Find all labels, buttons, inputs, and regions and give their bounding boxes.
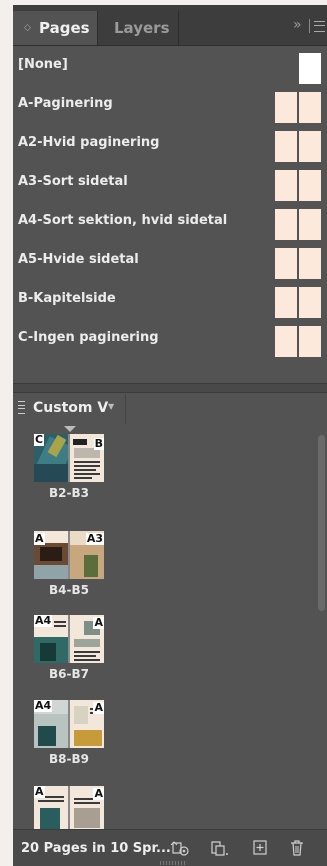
- selection-marker-icon: [64, 426, 76, 432]
- master-prefix-right: A: [93, 616, 104, 629]
- master-prefix-right: A: [93, 701, 104, 714]
- spread-item[interactable]: A4 A B8-B9: [34, 700, 104, 766]
- master-label: C-Ingen paginering: [18, 330, 159, 345]
- master-thumbnail[interactable]: [275, 53, 321, 84]
- resize-grip[interactable]: [160, 861, 186, 865]
- master-thumbnail[interactable]: [275, 170, 321, 201]
- panel-tab-bar: ◇ Pages Layers »: [13, 5, 327, 46]
- spread-thumbnail[interactable]: A4 A: [34, 700, 104, 748]
- master-label: A4-Sort sektion, hvid sidetal: [18, 213, 228, 228]
- collapse-panel-icon[interactable]: »: [293, 17, 301, 33]
- view-options-bar: Custom V ▼: [13, 392, 327, 424]
- master-item-none[interactable]: [None]: [13, 45, 327, 84]
- tab-layers[interactable]: Layers: [97, 11, 179, 45]
- panel-tools: »: [283, 15, 327, 39]
- spread-item[interactable]: C B B2-B3: [34, 426, 104, 500]
- master-item-a2[interactable]: A2-Hvid paginering: [13, 123, 327, 162]
- page-options-icon[interactable]: [208, 839, 228, 857]
- page-count-status: 20 Pages in 10 Spr...: [21, 841, 171, 856]
- edit-page-size-icon[interactable]: [170, 839, 189, 857]
- chevron-down-icon[interactable]: ▼: [108, 402, 114, 411]
- list-icon: [18, 401, 25, 414]
- master-thumbnail[interactable]: [275, 287, 321, 318]
- spread-item[interactable]: A A3 B4-B5: [34, 531, 104, 597]
- tab-pages[interactable]: ◇ Pages: [13, 11, 97, 45]
- master-prefix-left: A4: [34, 614, 53, 627]
- master-label: A2-Hvid paginering: [18, 135, 160, 150]
- master-pages-list: [None] A-Paginering A2-Hvid paginering A…: [13, 45, 327, 357]
- document-spreads: C B B2-B3 A A3 B4-B5 A4 A B6-B7 A4 A B8-…: [13, 424, 327, 829]
- spread-thumbnail[interactable]: A A3: [34, 531, 104, 579]
- tools-separator: [309, 19, 310, 33]
- master-thumbnail[interactable]: [275, 326, 321, 357]
- master-prefix-left: A4: [34, 699, 53, 712]
- trash-icon[interactable]: [288, 839, 306, 857]
- master-item-a[interactable]: A-Paginering: [13, 84, 327, 123]
- spreads-scrollbar[interactable]: [318, 435, 325, 611]
- master-prefix-right: B: [93, 437, 104, 450]
- spread-item[interactable]: A A: [34, 786, 104, 829]
- master-label: A3-Sort sidetal: [18, 174, 128, 189]
- master-thumbnail[interactable]: [275, 92, 321, 123]
- master-prefix-left: C: [34, 433, 45, 446]
- view-separator: [125, 394, 126, 424]
- spread-label: B8-B9: [49, 752, 89, 766]
- master-prefix-left: A: [34, 785, 45, 798]
- master-item-a3[interactable]: A3-Sort sidetal: [13, 162, 327, 201]
- spread-label: B6-B7: [49, 667, 89, 681]
- master-label: A5-Hvide sidetal: [18, 252, 139, 267]
- master-prefix-right: A: [93, 787, 104, 800]
- spread-item[interactable]: A4 A B6-B7: [34, 615, 104, 681]
- spread-thumbnail[interactable]: A4 A: [34, 615, 104, 663]
- master-item-a4[interactable]: A4-Sort sektion, hvid sidetal: [13, 201, 327, 240]
- panel-footer: 20 Pages in 10 Spr...: [13, 829, 327, 866]
- pages-panel: ◇ Pages Layers » [None] A-Paginering A2-…: [13, 5, 327, 866]
- new-page-icon[interactable]: [251, 839, 269, 857]
- master-item-a5[interactable]: A5-Hvide sidetal: [13, 240, 327, 279]
- master-label: [None]: [18, 57, 68, 72]
- master-thumbnail[interactable]: [275, 209, 321, 240]
- master-item-b[interactable]: B-Kapitelside: [13, 279, 327, 318]
- spread-thumbnail[interactable]: A A: [34, 786, 104, 829]
- view-dropdown[interactable]: Custom V: [33, 392, 108, 424]
- drag-handle-icon: ◇: [24, 23, 31, 33]
- tab-pages-label: Pages: [39, 19, 90, 37]
- master-prefix-right: A3: [85, 532, 104, 545]
- spread-thumbnail[interactable]: C B: [34, 434, 104, 482]
- master-prefix-left: A: [34, 532, 45, 545]
- master-thumbnail[interactable]: [275, 248, 321, 279]
- tab-layers-label: Layers: [114, 19, 170, 37]
- master-label: A-Paginering: [18, 96, 113, 111]
- master-thumbnail[interactable]: [275, 131, 321, 162]
- master-item-c[interactable]: C-Ingen paginering: [13, 318, 327, 357]
- spread-label: B4-B5: [49, 583, 89, 597]
- panel-menu-icon[interactable]: [314, 21, 325, 32]
- spread-label: B2-B3: [49, 486, 89, 500]
- master-label: B-Kapitelside: [18, 291, 116, 306]
